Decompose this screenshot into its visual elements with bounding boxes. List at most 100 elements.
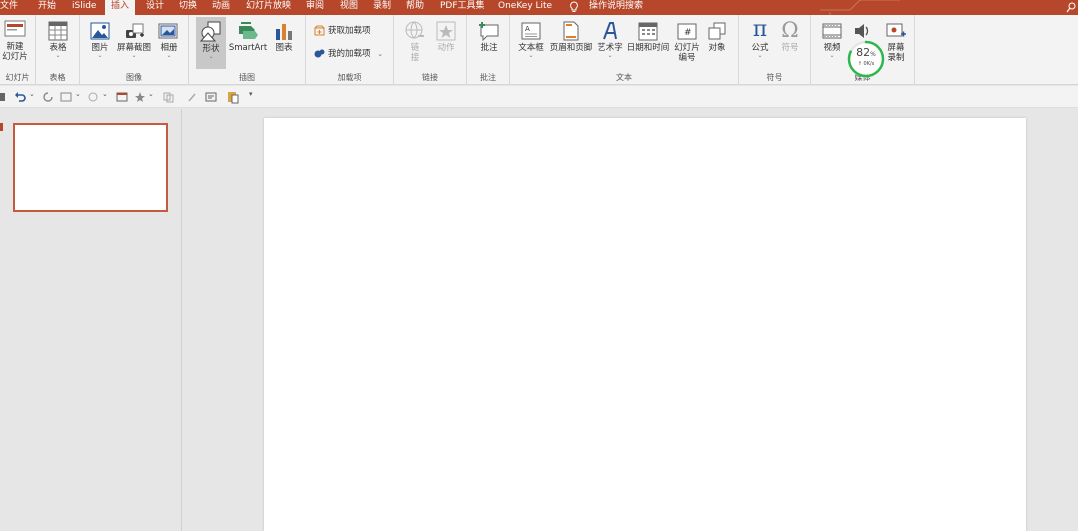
chevron-down-icon: ⌄	[829, 52, 835, 59]
slide-editing-area	[183, 109, 1078, 531]
new-slide-button[interactable]: 新建 幻灯片	[0, 18, 30, 62]
chevron-down-icon: ⌄	[208, 53, 214, 60]
shapes-icon	[200, 21, 221, 42]
touch-mode-icon[interactable]	[87, 90, 99, 104]
chevron-down-icon: ⌄	[166, 52, 172, 59]
chevron-down-icon: ⌄	[528, 52, 534, 59]
star-icon[interactable]	[134, 90, 146, 104]
table-button[interactable]: 表格 ⌄	[44, 21, 72, 59]
tab-slideshow[interactable]: 幻灯片放映	[246, 0, 291, 15]
chevron-down-icon: ⌄	[607, 52, 613, 59]
customize-toolbar-icon[interactable]: ▾	[249, 90, 253, 104]
tab-view[interactable]: 视图	[340, 0, 358, 15]
group-label-addins: 加载项	[337, 73, 362, 82]
wordart-button[interactable]: 艺术字 ⌄	[596, 21, 624, 59]
tab-file[interactable]: 文件	[0, 0, 18, 15]
photo-album-icon	[158, 23, 178, 39]
slide-canvas[interactable]	[264, 118, 1026, 531]
chevron-down-icon[interactable]: ⌄	[75, 90, 81, 104]
search-icon[interactable]	[1066, 1, 1076, 13]
quick-access-toolbar: ⌄ ⌄ ⌄ ⌄ ▾	[0, 86, 1078, 108]
tab-design[interactable]: 设计	[146, 0, 164, 15]
chart-button[interactable]: 图表	[272, 21, 296, 53]
svg-text:#: #	[684, 28, 692, 38]
ribbon: 新建 幻灯片 幻灯片 表格 ⌄ 表格 图片 ⌄ 屏幕截图 ⌄ 相册 ⌄ 图像 形…	[0, 15, 1078, 85]
layout-icon[interactable]	[205, 90, 217, 104]
slide-number-button[interactable]: # 幻灯片 编号	[672, 21, 702, 63]
tab-record[interactable]: 录制	[373, 0, 391, 15]
film-icon	[822, 23, 842, 39]
photo-album-button[interactable]: 相册 ⌄	[157, 21, 181, 59]
group-illustrations: 形状 ⌄ SmartArt 图表 插图	[189, 15, 306, 85]
progress-speed: ↑ 0K/s	[857, 61, 875, 67]
new-slide-small-icon[interactable]	[116, 90, 128, 104]
link-button[interactable]: 链 接	[403, 21, 427, 63]
tab-onekey-lite[interactable]: OneKey Lite	[498, 0, 552, 15]
group-label-text: 文本	[616, 73, 632, 82]
globe-link-icon	[405, 21, 424, 39]
smartart-button[interactable]: SmartArt	[228, 21, 268, 53]
tell-me-search[interactable]: 操作说明搜索	[589, 0, 643, 15]
camera-icon	[126, 23, 144, 38]
equation-button[interactable]: π 公式 ⌄	[748, 19, 772, 59]
slide-thumbnail[interactable]	[13, 123, 168, 212]
chevron-down-icon: ⌄	[757, 52, 763, 59]
comment-button[interactable]: 批注	[477, 21, 501, 53]
my-addins-button[interactable]: 我的加载项 ⌄	[314, 47, 383, 61]
progress-ring-icon	[847, 40, 885, 78]
svg-text:A: A	[525, 25, 530, 33]
chevron-down-icon: ⌄	[97, 52, 103, 59]
pi-icon: π	[752, 17, 768, 42]
chevron-down-icon: ⌄	[377, 50, 384, 58]
tab-pdf-tools[interactable]: PDF工具集	[440, 0, 485, 15]
copy-format-icon[interactable]	[162, 90, 174, 104]
video-button[interactable]: 视频 ⌄	[820, 21, 844, 59]
textbox-button[interactable]: A 文本框 ⌄	[516, 21, 546, 59]
group-label-images: 图像	[126, 73, 142, 82]
chevron-down-icon[interactable]: ⌄	[148, 90, 154, 104]
screen-recording-button[interactable]: 屏幕 录制	[883, 21, 909, 63]
pin-icon[interactable]	[186, 90, 198, 104]
slide-number-icon: #	[677, 23, 697, 40]
object-icon	[708, 22, 726, 40]
tab-islide[interactable]: iSlide	[72, 0, 96, 15]
start-slideshow-icon[interactable]	[60, 90, 72, 104]
slide-selected-marker	[0, 123, 3, 131]
wordart-icon	[603, 22, 617, 40]
bar-chart-icon	[276, 24, 292, 40]
group-addins: 获取加载项 我的加载项 ⌄ 加载项	[306, 15, 394, 85]
pictures-button[interactable]: 图片 ⌄	[88, 21, 112, 59]
header-footer-button[interactable]: 页眉和页脚	[548, 21, 594, 53]
header-footer-icon	[563, 21, 579, 41]
tab-transitions[interactable]: 切换	[179, 0, 197, 15]
symbol-button[interactable]: Ω 符号	[778, 19, 802, 53]
tab-insert[interactable]: 插入	[105, 0, 136, 15]
group-slides: 新建 幻灯片 幻灯片	[0, 15, 36, 85]
speaker-icon	[855, 24, 869, 38]
paste-icon[interactable]	[226, 90, 240, 104]
chevron-down-icon: ⌄	[55, 52, 61, 59]
screenshot-button[interactable]: 屏幕截图 ⌄	[115, 21, 153, 59]
undo-icon[interactable]	[14, 90, 26, 104]
ribbon-tab-bar: 文件 开始 iSlide 插入 设计 切换 动画 幻灯片放映 审阅 视图 录制 …	[0, 0, 1078, 15]
redo-icon[interactable]	[42, 90, 54, 104]
circuit-decoration	[820, 0, 900, 15]
chevron-down-icon[interactable]: ⌄	[102, 90, 108, 104]
object-button[interactable]: 对象	[704, 21, 730, 53]
comment-icon	[479, 22, 499, 41]
shapes-button[interactable]: 形状 ⌄	[196, 17, 226, 69]
tab-home[interactable]: 开始	[38, 0, 56, 15]
tab-review[interactable]: 审阅	[306, 0, 324, 15]
calendar-icon	[638, 22, 658, 41]
table-icon	[48, 21, 68, 41]
action-button[interactable]: 动作	[433, 21, 459, 53]
tab-animations[interactable]: 动画	[212, 0, 230, 15]
tab-help[interactable]: 帮助	[406, 0, 424, 15]
chevron-down-icon[interactable]: ⌄	[29, 90, 35, 104]
save-icon[interactable]	[0, 90, 6, 104]
smartart-icon	[239, 22, 258, 39]
get-addins-button[interactable]: 获取加载项	[314, 24, 371, 38]
date-time-button[interactable]: 日期和时间	[626, 21, 670, 53]
group-label-illustrations: 插图	[239, 73, 255, 82]
group-label-tables: 表格	[49, 73, 66, 82]
